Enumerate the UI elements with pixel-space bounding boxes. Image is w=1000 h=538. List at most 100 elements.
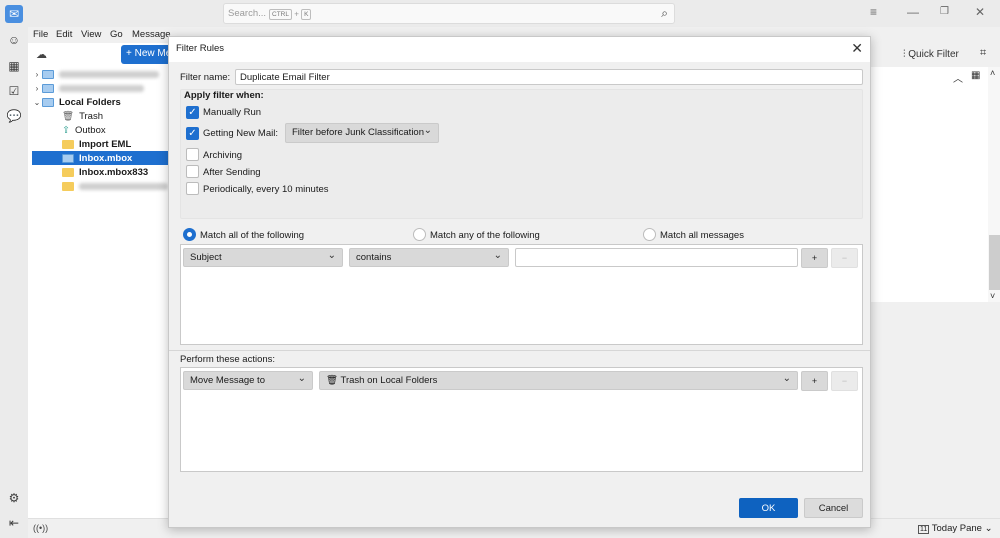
address-book-icon[interactable]: ☺	[5, 31, 23, 49]
today-pane-label: Today Pane	[931, 523, 982, 534]
rule-operator-value: contains	[356, 252, 392, 263]
action-type-dropdown[interactable]: Move Message to ⌄	[183, 371, 313, 390]
match-all-radio[interactable]	[183, 228, 196, 241]
periodically-checkbox[interactable]	[186, 182, 199, 195]
blurred-account-name	[59, 70, 159, 78]
get-messages-icon[interactable]: ☁	[36, 48, 47, 61]
folder-trash[interactable]: 🗑 Trash	[32, 109, 168, 123]
app-menu-icon[interactable]: ≡	[870, 5, 877, 19]
folder-local-folders[interactable]: ⌄ Local Folders	[32, 95, 168, 109]
archiving-label: Archiving	[203, 150, 243, 161]
folder-inbox-mbox833[interactable]: Inbox.mbox833	[32, 165, 168, 179]
calendar-day-icon: 11	[918, 525, 930, 534]
match-all-label: Match all of the following	[200, 230, 305, 241]
chevron-right-icon[interactable]: ›	[32, 70, 42, 79]
tasks-icon[interactable]: ☑	[5, 82, 23, 100]
remove-rule-button[interactable]: −	[831, 248, 858, 268]
filter-name-input[interactable]: Duplicate Email Filter	[235, 69, 863, 85]
getting-new-mail-checkbox[interactable]: ✓	[186, 127, 199, 140]
chevron-up-icon[interactable]: ︿	[953, 70, 963, 85]
menu-bar: File Edit View Go Message	[28, 27, 171, 43]
search-icon[interactable]: ⌕	[661, 6, 668, 21]
quick-filter-button[interactable]: ⫶ Quick Filter	[903, 49, 959, 60]
account-icon	[42, 69, 54, 79]
chevron-down-icon: ⌄	[782, 373, 791, 384]
menu-edit[interactable]: Edit	[56, 29, 72, 40]
after-sending-checkbox[interactable]	[186, 165, 199, 178]
folder-label: Outbox	[74, 124, 106, 136]
dialog-title-bar: Filter Rules ✕	[169, 37, 870, 62]
chat-icon[interactable]: 💬	[5, 107, 23, 125]
section-divider	[169, 350, 870, 351]
getting-new-mail-label: Getting New Mail:	[203, 128, 278, 139]
menu-go[interactable]: Go	[110, 29, 123, 40]
chevron-right-icon[interactable]: ›	[32, 84, 42, 93]
folder-account-2[interactable]: ›	[32, 81, 168, 95]
account-icon	[42, 83, 54, 93]
collapse-spaces-icon[interactable]: ⇤	[5, 514, 23, 532]
global-search-input[interactable]: Search... CTRL + K ⌕	[223, 3, 675, 24]
folder-pane: ☁ › › ⌄ Local Folders 🗑 Trash ⇪ Outbox Impo…	[28, 43, 168, 518]
restore-icon[interactable]: ❐	[940, 6, 949, 17]
search-shortcut: CTRL + K	[269, 9, 312, 20]
match-all-messages-radio[interactable]	[643, 228, 656, 241]
action-target-value: Trash on Local Folders	[340, 375, 438, 386]
remove-action-button[interactable]: −	[831, 371, 858, 391]
match-any-radio[interactable]	[413, 228, 426, 241]
calendar-icon[interactable]: ▦	[5, 57, 23, 75]
menu-message[interactable]: Message	[132, 29, 171, 40]
folder-label: Inbox.mbox833	[79, 166, 149, 178]
chevron-down-icon: ⌄	[297, 373, 306, 384]
rule-field-value: Subject	[190, 252, 222, 263]
trash-icon: 🗑	[62, 110, 75, 122]
scroll-down-icon[interactable]: ˅	[990, 291, 995, 301]
folder-account-1[interactable]: ›	[32, 67, 168, 81]
new-message-button[interactable]: + New Message	[121, 45, 168, 64]
scrollbar-thumb[interactable]	[989, 235, 1000, 290]
rule-operator-dropdown[interactable]: contains ⌄	[349, 248, 509, 267]
manually-run-checkbox[interactable]: ✓	[186, 106, 199, 119]
archiving-checkbox[interactable]	[186, 148, 199, 161]
shortcut-key-k: K	[301, 9, 312, 20]
mail-icon[interactable]: ✉	[5, 5, 23, 23]
folder-icon	[62, 167, 74, 177]
trash-icon: 🗑	[326, 375, 339, 386]
today-pane-toggle[interactable]: 11 Today Pane ⌄	[918, 523, 993, 534]
folder-inbox-mbox[interactable]: Inbox.mbox	[32, 151, 168, 165]
folder-import-eml[interactable]: Import EML	[32, 137, 168, 151]
add-action-button[interactable]: +	[801, 371, 828, 391]
junk-timing-dropdown[interactable]: Filter before Junk Classification ⌄	[285, 123, 439, 143]
menu-file[interactable]: File	[33, 29, 48, 40]
close-window-icon[interactable]: ✕	[975, 5, 985, 19]
match-all-messages-label: Match all messages	[660, 230, 744, 241]
minimize-icon[interactable]: —	[907, 5, 919, 19]
ok-button[interactable]: OK	[739, 498, 798, 518]
after-sending-label: After Sending	[203, 167, 261, 178]
folder-blurred[interactable]	[32, 179, 168, 193]
junk-timing-value: Filter before Junk Classification	[292, 127, 424, 138]
menu-view[interactable]: View	[81, 29, 101, 40]
rule-field-dropdown[interactable]: Subject ⌄	[183, 248, 343, 267]
apply-filter-group	[180, 89, 863, 219]
layout-icon[interactable]: ⌗	[980, 47, 986, 60]
folder-label: Inbox.mbox	[79, 152, 133, 164]
scroll-up-icon[interactable]: ˄	[990, 68, 995, 78]
folder-outbox[interactable]: ⇪ Outbox	[32, 123, 168, 137]
settings-gear-icon[interactable]: ⚙	[5, 489, 23, 507]
chevron-down-icon[interactable]: ⌄	[32, 98, 42, 107]
cancel-button[interactable]: Cancel	[804, 498, 863, 518]
shortcut-plus: +	[294, 9, 299, 19]
dialog-title: Filter Rules	[176, 43, 225, 54]
add-rule-button[interactable]: +	[801, 248, 828, 268]
dialog-close-icon[interactable]: ✕	[851, 40, 863, 57]
folder-label: Local Folders	[59, 96, 121, 108]
action-target-dropdown[interactable]: 🗑 Trash on Local Folders ⌄	[319, 371, 798, 390]
online-status-icon[interactable]: ((•))	[33, 523, 48, 533]
folder-icon	[62, 153, 74, 163]
rule-value-input[interactable]	[515, 248, 798, 267]
outbox-icon: ⇪	[62, 124, 70, 136]
column-picker-icon[interactable]: ▦	[971, 70, 980, 81]
periodically-label: Periodically, every 10 minutes	[203, 184, 329, 195]
chevron-down-icon: ⌄	[423, 125, 432, 136]
shortcut-key-ctrl: CTRL	[269, 9, 292, 20]
